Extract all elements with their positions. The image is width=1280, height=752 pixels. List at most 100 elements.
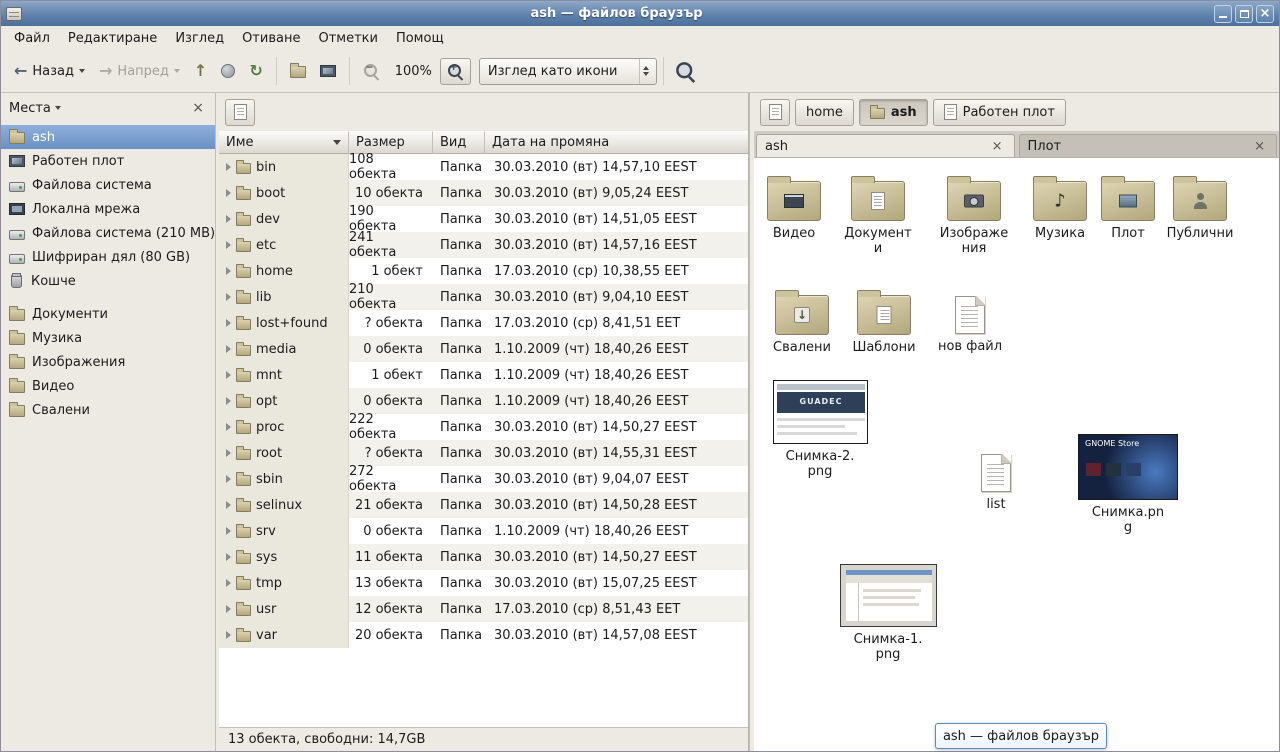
column-header-type[interactable]: Вид	[433, 131, 485, 154]
file-item-public[interactable]: Публични	[1162, 174, 1238, 241]
sidebar-item-documents[interactable]: Документи	[1, 302, 215, 326]
breadcrumb-desktop[interactable]: Работен плот	[933, 99, 1066, 126]
sidebar-item-filesystem-210[interactable]: Файлова система (210 MB)	[1, 221, 215, 245]
file-item-music[interactable]: ♪Музика	[1022, 174, 1098, 241]
table-row-selinux[interactable]: selinux21 обектаПапка30.03.2010 (вт) 14,…	[219, 492, 748, 518]
sidebar-item-downloads[interactable]: Свалени	[1, 398, 215, 422]
expander-icon[interactable]	[226, 293, 231, 301]
table-row-media[interactable]: media0 обектаПапка1.10.2009 (чт) 18,40,2…	[219, 336, 748, 362]
table-row-proc[interactable]: proc222 обектаПапка30.03.2010 (вт) 14,50…	[219, 414, 748, 440]
expander-icon[interactable]	[226, 215, 231, 223]
file-item-snimka[interactable]: GNOME StoreСнимка.png	[1076, 434, 1180, 536]
menu-item-bookmarks[interactable]: Отметки	[309, 26, 386, 50]
sidebar-item-ash[interactable]: ash	[1, 125, 215, 149]
zoom-level[interactable]: 100%	[387, 64, 440, 79]
expander-icon[interactable]	[226, 423, 231, 431]
expander-icon[interactable]	[226, 189, 231, 197]
computer-button[interactable]	[313, 59, 343, 83]
close-button[interactable]: ×	[1256, 5, 1274, 23]
expander-icon[interactable]	[226, 501, 231, 509]
expander-icon[interactable]	[226, 605, 231, 613]
close-places-button[interactable]: ×	[189, 100, 207, 116]
file-item-videos[interactable]: Видео	[756, 174, 832, 241]
places-title[interactable]: Места	[9, 101, 51, 116]
expander-icon[interactable]	[226, 163, 231, 171]
stop-button[interactable]	[214, 58, 242, 84]
table-row-tmp[interactable]: tmp13 обектаПапка30.03.2010 (вт) 15,07,2…	[219, 570, 748, 596]
table-row-lost+found[interactable]: lost+found? обектаПапка17.03.2010 (ср) 8…	[219, 310, 748, 336]
expander-icon[interactable]	[226, 319, 231, 327]
table-row-dev[interactable]: dev190 обектаПапка30.03.2010 (вт) 14,51,…	[219, 206, 748, 232]
file-item-desktop[interactable]: Плот	[1090, 174, 1166, 241]
tab-ash[interactable]: ash×	[756, 134, 1015, 157]
table-row-srv[interactable]: srv0 обектаПапка1.10.2009 (чт) 18,40,26 …	[219, 518, 748, 544]
table-row-mnt[interactable]: mnt1 обектПапка1.10.2009 (чт) 18,40,26 E…	[219, 362, 748, 388]
column-header-date[interactable]: Дата на промяна	[485, 131, 748, 154]
table-row-var[interactable]: var20 обектаПапка30.03.2010 (вт) 14,57,0…	[219, 622, 748, 648]
up-button[interactable]: ↑	[187, 57, 214, 85]
menu-item-view[interactable]: Изглед	[166, 26, 233, 50]
zoom-in-button[interactable]: +	[440, 58, 471, 85]
expander-icon[interactable]	[226, 449, 231, 457]
file-item-templates[interactable]: Шаблони	[846, 288, 922, 355]
back-button[interactable]: ← Назад	[7, 57, 92, 85]
home-button[interactable]	[283, 58, 313, 84]
pane-location-button[interactable]	[225, 99, 255, 126]
sidebar-item-trash[interactable]: Кошче	[1, 269, 215, 293]
table-row-root[interactable]: root? обектаПапка30.03.2010 (вт) 14,55,3…	[219, 440, 748, 466]
breadcrumb-home[interactable]: home	[795, 99, 854, 126]
pathbar-root-button[interactable]	[760, 99, 790, 126]
sidebar-item-desktop[interactable]: Работен плот	[1, 149, 215, 173]
expander-icon[interactable]	[226, 345, 231, 353]
table-row-boot[interactable]: boot10 обектаПапка30.03.2010 (вт) 9,05,2…	[219, 180, 748, 206]
sidebar-item-pictures[interactable]: Изображения	[1, 350, 215, 374]
close-tab-icon[interactable]: ×	[989, 139, 1006, 154]
column-header-name[interactable]: Име	[219, 131, 349, 154]
expander-icon[interactable]	[226, 397, 231, 405]
table-row-bin[interactable]: bin108 обектаПапка30.03.2010 (вт) 14,57,…	[219, 154, 748, 180]
table-row-sbin[interactable]: sbin272 обектаПапка30.03.2010 (вт) 9,04,…	[219, 466, 748, 492]
table-row-lib[interactable]: lib210 обектаПапка30.03.2010 (вт) 9,04,1…	[219, 284, 748, 310]
expander-icon[interactable]	[226, 241, 231, 249]
expander-icon[interactable]	[226, 553, 231, 561]
view-mode-select[interactable]: Изглед като икони	[479, 58, 658, 85]
menu-item-help[interactable]: Помощ	[387, 26, 453, 50]
file-item-documents[interactable]: Документи	[840, 174, 916, 257]
menu-item-go[interactable]: Отиване	[233, 26, 309, 50]
sidebar-item-network[interactable]: Локална мрежа	[1, 197, 215, 221]
zoom-out-button[interactable]: −	[356, 57, 387, 86]
file-item-downloads[interactable]: ↓Свалени	[764, 288, 840, 355]
table-row-sys[interactable]: sys11 обектаПапка30.03.2010 (вт) 14,50,2…	[219, 544, 748, 570]
table-row-home[interactable]: home1 обектПапка17.03.2010 (ср) 10,38,55…	[219, 258, 748, 284]
close-tab-icon[interactable]: ×	[1251, 139, 1268, 154]
file-item-new-file[interactable]: нов файл	[932, 290, 1008, 354]
sidebar-item-encrypted-80[interactable]: Шифриран дял (80 GB)	[1, 245, 215, 269]
expander-icon[interactable]	[226, 371, 231, 379]
expander-icon[interactable]	[226, 475, 231, 483]
file-item-snimka-2[interactable]: GUADECСнимка-2.png	[768, 380, 872, 480]
sidebar-item-videos[interactable]: Видео	[1, 374, 215, 398]
titlebar[interactable]: ash — файлов браузър ×	[1, 1, 1279, 26]
expander-icon[interactable]	[226, 527, 231, 535]
tab-plot[interactable]: Плот×	[1019, 134, 1278, 157]
menu-item-file[interactable]: Файл	[5, 26, 59, 50]
minimize-button[interactable]	[1214, 5, 1232, 23]
table-row-usr[interactable]: usr12 обектаПапка17.03.2010 (ср) 8,51,43…	[219, 596, 748, 622]
sidebar-item-filesystem[interactable]: Файлова система	[1, 173, 215, 197]
reload-button[interactable]: ↻	[242, 57, 269, 85]
file-item-pictures[interactable]: Изображения	[936, 174, 1012, 257]
menu-item-edit[interactable]: Редактиране	[59, 26, 166, 50]
expander-icon[interactable]	[226, 631, 231, 639]
file-item-list[interactable]: list	[958, 448, 1034, 512]
expander-icon[interactable]	[226, 267, 231, 275]
expander-icon[interactable]	[226, 579, 231, 587]
sidebar-item-music[interactable]: Музика	[1, 326, 215, 350]
column-header-size[interactable]: Размер	[349, 131, 433, 154]
table-row-etc[interactable]: etc241 обектаПапка30.03.2010 (вт) 14,57,…	[219, 232, 748, 258]
table-row-opt[interactable]: opt0 обектаПапка1.10.2009 (чт) 18,40,26 …	[219, 388, 748, 414]
breadcrumb-ash[interactable]: ash	[859, 99, 928, 126]
forward-button[interactable]: → Напред	[92, 57, 187, 85]
icon-view[interactable]: ВидеоДокументи Изображения♪МузикаПлотПубл…	[754, 158, 1279, 751]
maximize-button[interactable]	[1235, 5, 1253, 23]
search-button[interactable]	[670, 57, 701, 86]
